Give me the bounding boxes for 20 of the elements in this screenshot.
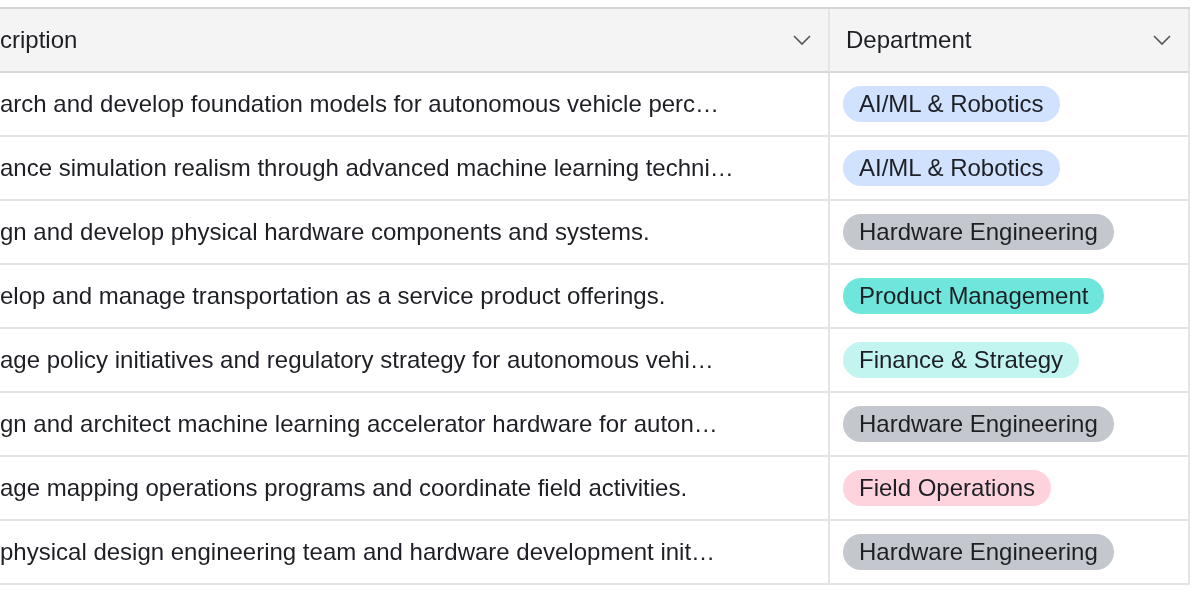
department-tag: AI/ML & Robotics	[843, 150, 1060, 186]
description-cell-text: gn and develop physical hardware components and systems.	[0, 217, 650, 247]
department-tag: Product Management	[843, 278, 1105, 314]
chevron-down-icon[interactable]	[792, 34, 812, 46]
department-tag: Finance & Strategy	[843, 342, 1080, 378]
description-cell-text: age mapping operations programs and coordinate field activities.	[0, 473, 688, 503]
description-cell-text: ance simulation realism through advanced machine learning techni…	[0, 153, 734, 183]
department-tag: Hardware Engineering	[843, 534, 1114, 570]
description-cell-text: physical design engineering team and hardware development init…	[0, 537, 716, 567]
department-tag: Field Operations	[843, 470, 1052, 506]
description-cell-text: age policy initiatives and regulatory strategy for autonomous vehi…	[0, 345, 714, 375]
column-header[interactable]: cription	[0, 22, 78, 58]
description-cell-text: elop and manage transportation as a service product offerings.	[0, 281, 666, 311]
chevron-down-icon[interactable]	[1152, 34, 1172, 46]
department-tag: AI/ML & Robotics	[843, 86, 1060, 122]
department-tag: Hardware Engineering	[843, 406, 1114, 442]
department-tag: Hardware Engineering	[843, 214, 1114, 250]
description-cell-text: arch and develop foundation models for autonomous vehicle perc…	[0, 89, 720, 119]
description-cell-text: gn and architect machine learning accelerator hardware for auton…	[0, 409, 718, 439]
column-header[interactable]: Department	[846, 22, 972, 58]
